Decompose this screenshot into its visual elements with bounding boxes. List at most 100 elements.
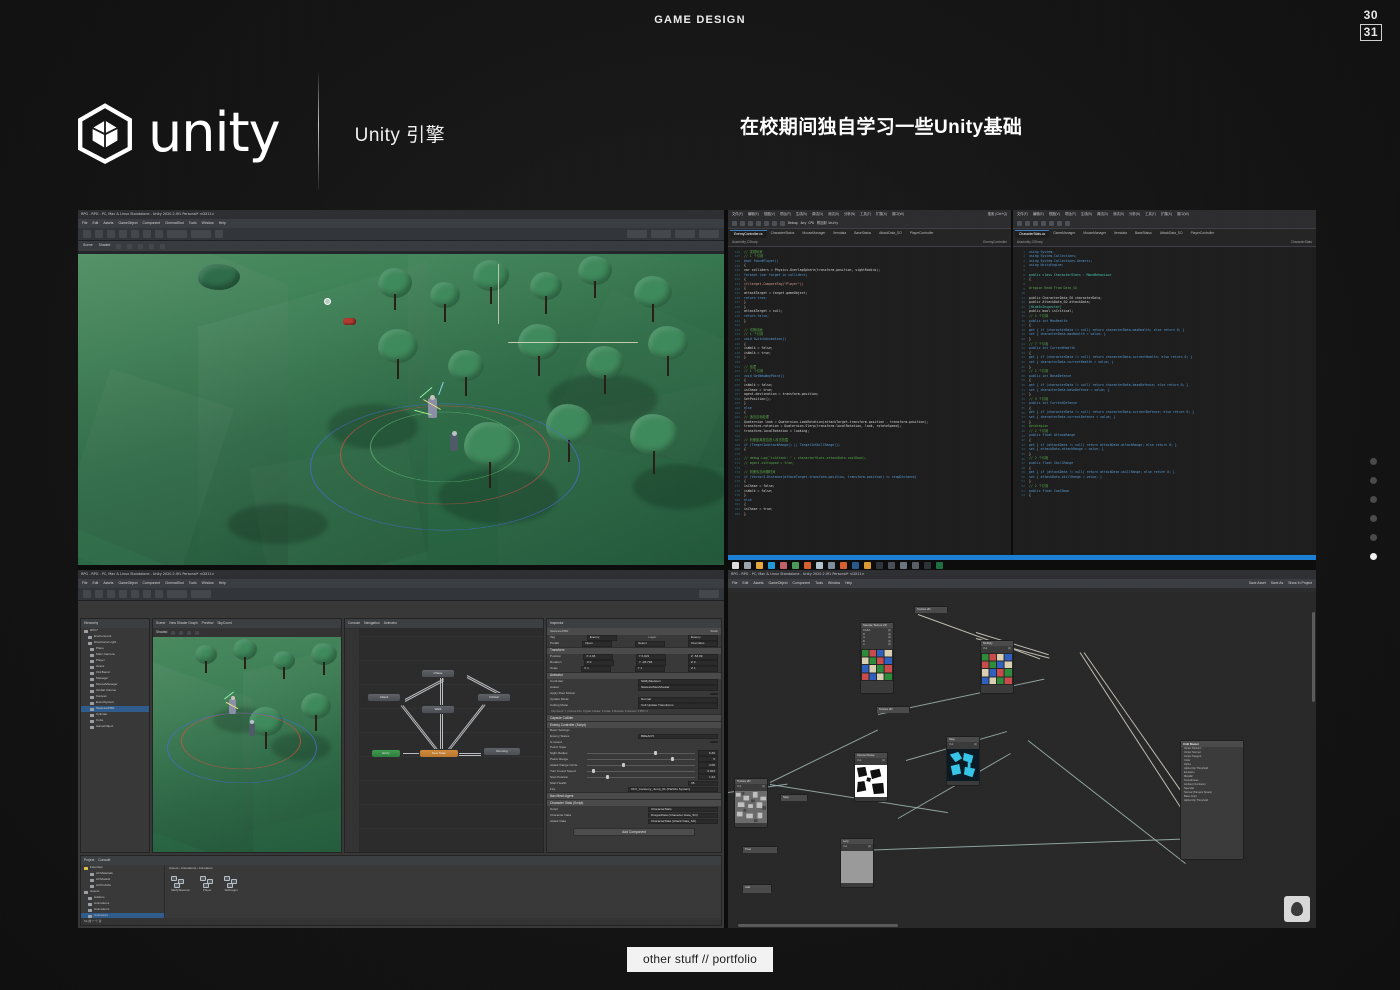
animator-state-chase[interactable]: Chase (421, 669, 455, 678)
open-icon[interactable] (756, 221, 761, 226)
settings-icon[interactable] (912, 562, 919, 569)
photoshop-icon[interactable] (852, 562, 859, 569)
layers-dropdown[interactable] (675, 230, 695, 238)
vs-menu-project[interactable]: 项目(P) (1065, 213, 1076, 216)
transform-tool-icon[interactable] (143, 590, 151, 598)
player-character[interactable] (428, 398, 437, 418)
vs-tab-characterstats[interactable]: CharacterStats.cs (1015, 230, 1049, 238)
custom-tool-icon[interactable] (155, 230, 163, 238)
vs-tab-mousemanager[interactable]: MouseManager (798, 230, 829, 237)
slider-track[interactable] (587, 765, 695, 766)
animator-layers-sidebar[interactable] (345, 629, 359, 852)
tab-new-shader-graph[interactable]: New Shader Graph (169, 622, 197, 625)
slider-knob[interactable] (606, 775, 609, 779)
animator-panel[interactable]: Console Navigation Animator (344, 618, 544, 853)
menu-help[interactable]: Help (219, 222, 226, 225)
vs-menu-tools[interactable]: 工具(T) (1145, 213, 1156, 216)
chrome-icon[interactable] (792, 562, 799, 569)
vs-menu-extensions[interactable]: 扩展(X) (876, 213, 887, 216)
fx-toggle-icon[interactable] (149, 244, 154, 249)
enemy-controller-sliders[interactable]: Sight Radius6.39Patrol Range5Attack Rang… (547, 750, 721, 780)
pivot-toggle[interactable] (167, 590, 187, 598)
component-header-enemy-controller[interactable]: Enemy Controller (Script) (547, 721, 721, 728)
main-preview-panel[interactable] (1284, 896, 1310, 922)
nav-dot-5[interactable] (1370, 534, 1377, 541)
shadergraph-step-node[interactable]: Step Out(1) (946, 736, 980, 786)
vs-tab-basestatus[interactable]: BaseStatus (850, 230, 875, 237)
animator-avatar-field[interactable]: SkeletonMeshAvatar (638, 685, 718, 690)
vs-menu-test[interactable]: 测试(S) (828, 213, 839, 216)
menu-window[interactable]: Window (202, 222, 214, 225)
nav-dot-1[interactable] (1370, 458, 1377, 465)
vs-tab-playercontroller[interactable]: PlayerController (906, 230, 938, 237)
shader-graph-window[interactable]: RPG - RPG - PC, Mac & Linux Standalone -… (728, 570, 1316, 928)
project-content-column[interactable]: Assets › Animations › Animators SkMySkel… (165, 865, 721, 921)
scene-tabrow[interactable]: Scene Shaded (78, 241, 724, 251)
shadergraph-add-node[interactable]: Add (742, 884, 772, 892)
animator-state-default[interactable]: New State (419, 749, 459, 758)
footer-badge[interactable]: other stuff // portfolio (627, 947, 773, 972)
tab-animator[interactable]: Animator (384, 622, 397, 625)
nav-dot-2[interactable] (1370, 477, 1377, 484)
editor-draw-mode[interactable]: Shaded (156, 631, 167, 634)
vs-menu-edit[interactable]: 编辑(E) (1033, 213, 1044, 216)
transform-tool-icon[interactable] (143, 230, 151, 238)
master-node-ports[interactable]: Vertex PositionVertex NormalVertex Tange… (1181, 747, 1243, 803)
unity-editor-window[interactable]: RPG - RPG - PC, Mac & Linux Standalone -… (78, 570, 724, 928)
vs-tab-itemdata[interactable]: Itemdata (829, 230, 850, 237)
vs-menu-view[interactable]: 视图(V) (1049, 213, 1060, 216)
vs-tab-basestatus[interactable]: BaseStatus (1131, 230, 1156, 237)
menu-tools[interactable]: Tools (189, 222, 197, 225)
tab-console[interactable]: Console (348, 622, 360, 625)
menu-assets[interactable]: Assets (103, 222, 113, 225)
vs-menubar-left[interactable]: 文件(F) 编辑(E) 视图(V) 项目(P) 生成(B) 调试(D) 测试(S… (728, 210, 1011, 219)
back-icon[interactable] (1017, 221, 1022, 226)
menu-help[interactable]: Help (845, 582, 852, 585)
shadergraph-vertical-scrollbar[interactable] (1312, 612, 1315, 702)
windows-taskbar[interactable] (728, 555, 1316, 571)
chat-icon[interactable] (900, 562, 907, 569)
music-icon[interactable] (876, 562, 883, 569)
static-checkbox-label[interactable]: Static (710, 630, 718, 633)
unity-hub-icon[interactable] (804, 562, 811, 569)
rotate-tool-icon[interactable] (107, 230, 115, 238)
menu-assets[interactable]: Assets (103, 582, 113, 585)
menu-component[interactable]: Component (143, 222, 161, 225)
animator-updatemode-dropdown[interactable]: Normal (638, 697, 718, 702)
layer-dropdown[interactable]: Enemy (688, 635, 718, 640)
vs-tab-itemdata[interactable]: Itemdata (1110, 230, 1131, 237)
master-node-port[interactable]: Alpha Clip Threshold (1181, 799, 1243, 803)
vs-code-editor-left[interactable]: 126 // 发现玩家127 // 1 个引用128 bool FoundPla… (728, 247, 1011, 555)
rotate-tool-icon[interactable] (107, 590, 115, 598)
scene-menubar[interactable]: File Edit Assets GameObject Component Ci… (78, 219, 724, 228)
shadergraph-menubar[interactable]: File Edit Assets GameObject Component To… (728, 579, 1316, 588)
nav-dot-4[interactable] (1370, 515, 1377, 522)
project-browser-panel[interactable]: Project Console Favorites All MaterialsA… (80, 855, 722, 926)
vs-menu-extensions[interactable]: 扩展(X) (1161, 213, 1172, 216)
vs-toolbar-right[interactable] (1013, 219, 1316, 229)
shadergraph-property-node[interactable]: Texture 2D (876, 706, 910, 712)
vs-member-scope[interactable]: CharacterStats (1291, 241, 1312, 244)
vs-menu-file[interactable]: 文件(F) (1017, 213, 1028, 216)
tag-dropdown[interactable]: Enemy (587, 635, 617, 640)
hand-tool-icon[interactable] (83, 590, 91, 598)
account-dropdown[interactable] (651, 230, 671, 238)
vs-menu-debug[interactable]: 调试(D) (1097, 213, 1108, 216)
menu-file[interactable]: File (82, 582, 87, 585)
move-tool-icon[interactable] (95, 590, 103, 598)
asset-item[interactable]: SkDragon (224, 876, 238, 892)
slider-knob[interactable] (671, 757, 674, 761)
snap-toggle[interactable] (215, 230, 223, 238)
component-header-capsule-collider[interactable]: Capsule Collider (547, 714, 721, 721)
editor-toolbar[interactable] (78, 588, 724, 601)
tab-skycount[interactable]: SkyCount (217, 622, 231, 625)
enemy-states-dropdown[interactable]: BREACH (638, 734, 718, 739)
cloud-icon[interactable] (816, 562, 823, 569)
hand-tool-icon[interactable] (83, 230, 91, 238)
animator-state-running[interactable]: Running (483, 747, 521, 756)
slider-track[interactable] (587, 777, 695, 778)
vs-toolbar-left[interactable]: Debug Any CPU 附加到 Unity (728, 219, 1011, 229)
light-gizmo-icon[interactable] (324, 298, 331, 305)
menu-cinemashot[interactable]: CinemaShot (165, 582, 184, 585)
project-tree-column[interactable]: Favorites All MaterialsAll ModelsAll Pre… (81, 865, 165, 921)
